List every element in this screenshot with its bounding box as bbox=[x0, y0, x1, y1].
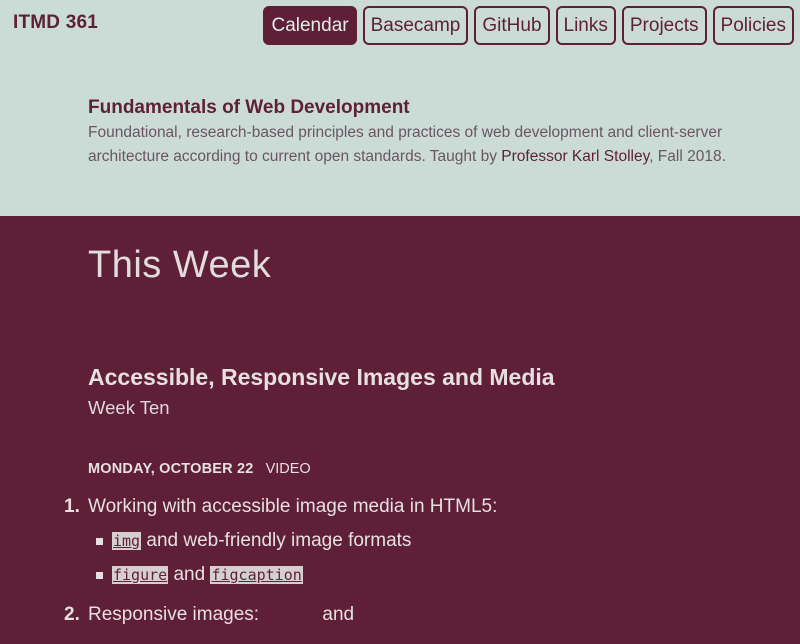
week-heading: This Week bbox=[88, 244, 272, 286]
agenda-sublist: img and web-friendly image formats figur… bbox=[88, 530, 800, 586]
agenda-item: 2. Responsive images: and bbox=[0, 604, 800, 626]
agenda-number: 1. bbox=[64, 496, 80, 517]
agenda-item: 1. Working with accessible image media i… bbox=[0, 496, 800, 586]
unit-subtitle: Week Ten bbox=[88, 397, 170, 418]
professor-link[interactable]: Professor Karl Stolley bbox=[501, 148, 649, 165]
square-bullet-icon bbox=[96, 538, 103, 545]
nav-calendar[interactable]: Calendar bbox=[263, 6, 357, 45]
day-label: Monday, October 22 bbox=[88, 461, 254, 477]
site-header: ITMD 361 Calendar Basecamp GitHub Links … bbox=[0, 0, 800, 216]
sub-list-item: img and web-friendly image formats bbox=[88, 530, 800, 552]
agenda-number: 2. bbox=[64, 604, 80, 625]
square-bullet-icon bbox=[96, 572, 103, 579]
day-tag-video[interactable]: Video bbox=[266, 461, 311, 477]
agenda-item-text: Responsive images: bbox=[88, 604, 260, 625]
unit-title: Accessible, Responsive Images and Media bbox=[88, 364, 555, 390]
course-intro: Fundamentals of Web Development Foundati… bbox=[88, 97, 748, 169]
nav-links[interactable]: Links bbox=[555, 6, 616, 45]
sub-item-text: and web-friendly image formats bbox=[141, 530, 412, 551]
sub-item-text: and bbox=[168, 564, 211, 585]
sub-list-item: figure and figcaption bbox=[88, 564, 800, 586]
site-brand[interactable]: ITMD 361 bbox=[13, 12, 98, 34]
day-heading: Monday, October 22 Video bbox=[88, 461, 311, 477]
agenda-item-text: Working with accessible image media in H… bbox=[88, 496, 498, 517]
agenda-item-text-tail: and bbox=[322, 604, 355, 625]
nav-basecamp[interactable]: Basecamp bbox=[362, 6, 469, 45]
nav-projects[interactable]: Projects bbox=[621, 6, 707, 45]
nav-github[interactable]: GitHub bbox=[474, 6, 550, 45]
course-description: Foundational, research-based principles … bbox=[88, 121, 748, 169]
code-link-figcaption[interactable]: figcaption bbox=[210, 566, 303, 584]
main-nav: Calendar Basecamp GitHub Links Projects … bbox=[263, 6, 794, 45]
agenda-list: 1. Working with accessible image media i… bbox=[0, 496, 800, 644]
code-link-img[interactable]: img bbox=[112, 532, 142, 550]
course-desc-term: , Fall 2018. bbox=[649, 148, 726, 165]
nav-policies[interactable]: Policies bbox=[712, 6, 794, 45]
code-link-figure[interactable]: figure bbox=[112, 566, 169, 584]
course-title: Fundamentals of Web Development bbox=[88, 97, 410, 118]
